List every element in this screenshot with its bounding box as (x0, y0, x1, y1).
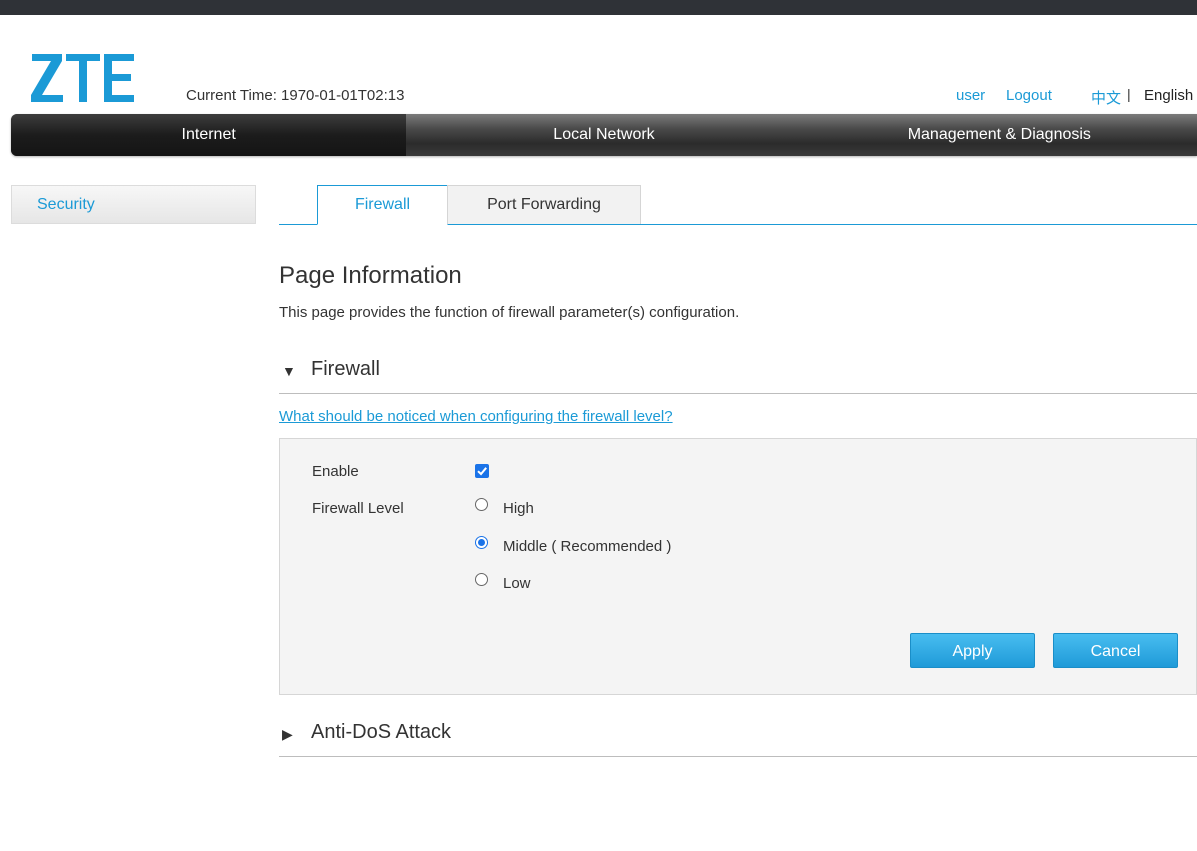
apply-button[interactable]: Apply (910, 633, 1035, 668)
firewall-section-header[interactable]: ▼ Firewall (279, 355, 1197, 394)
triangle-right-icon: ▶ (282, 726, 293, 742)
page-description: This page provides the function of firew… (279, 304, 740, 321)
level-low-label: Low (503, 575, 531, 592)
firewall-section-title: Firewall (311, 358, 380, 380)
tab-firewall[interactable]: Firewall (317, 185, 448, 225)
language-separator: | (1127, 86, 1131, 102)
nav-item-internet[interactable]: Internet (11, 114, 407, 156)
nav-item-local-network[interactable]: Local Network (406, 114, 801, 156)
firewall-level-label: Firewall Level (312, 500, 404, 517)
zte-logo (31, 54, 134, 102)
triangle-down-icon: ▼ (282, 363, 296, 379)
current-time: Current Time: 1970-01-01T02:13 (186, 87, 405, 104)
tab-port-forwarding[interactable]: Port Forwarding (447, 185, 641, 224)
firewall-notice-link[interactable]: What should be noticed when configuring … (279, 408, 673, 425)
firewall-panel: Enable Firewall Level High Middle ( Reco… (279, 438, 1197, 695)
page-title: Page Information (279, 262, 462, 289)
main-nav: Internet Local Network Management & Diag… (11, 114, 1197, 156)
level-high-label: High (503, 500, 534, 517)
antidos-section-title: Anti-DoS Attack (311, 721, 452, 743)
nav-item-management-diagnosis[interactable]: Management & Diagnosis (802, 114, 1197, 156)
top-strip (0, 0, 1197, 15)
enable-label: Enable (312, 463, 359, 480)
level-high-radio[interactable] (475, 498, 488, 511)
check-icon (477, 467, 487, 476)
logout-link[interactable]: Logout (1006, 87, 1052, 104)
enable-checkbox[interactable] (475, 464, 489, 478)
sidebar-item-security[interactable]: Security (11, 185, 256, 224)
antidos-section-header[interactable]: ▶ Anti-DoS Attack (279, 718, 1197, 757)
level-middle-radio[interactable] (475, 536, 488, 549)
language-chinese-link[interactable]: 中文 (1091, 87, 1121, 108)
language-english-link[interactable]: English (1144, 87, 1193, 104)
user-link[interactable]: user (956, 87, 985, 104)
level-middle-label: Middle ( Recommended ) (503, 538, 672, 555)
level-low-radio[interactable] (475, 573, 488, 586)
cancel-button[interactable]: Cancel (1053, 633, 1178, 668)
